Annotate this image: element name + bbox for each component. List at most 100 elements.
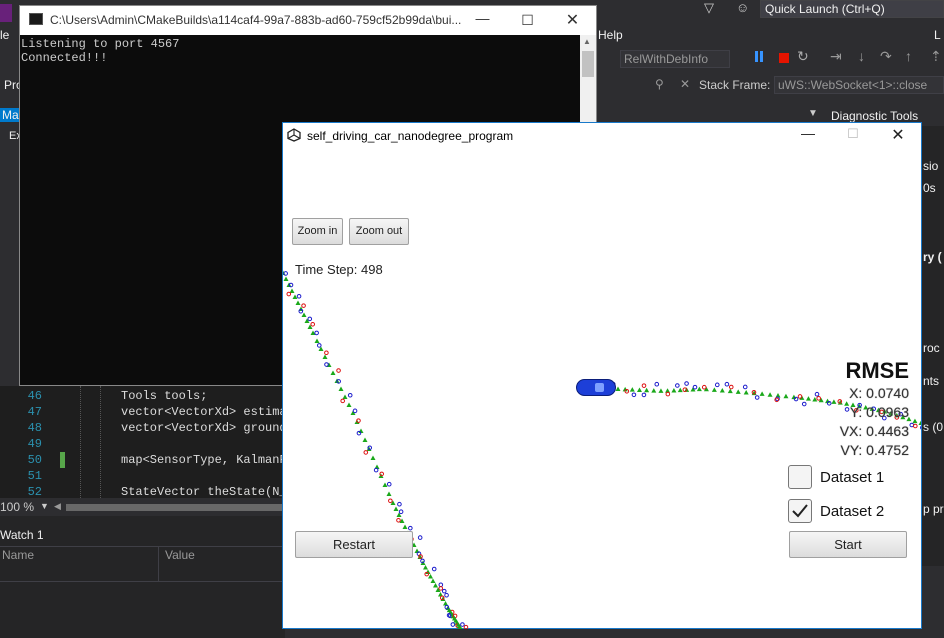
radar-measurement [684,381,689,386]
step-over-icon[interactable]: ↷ [880,48,892,65]
radar-measurement [631,392,637,398]
radar-measurement [356,430,362,436]
configuration-select[interactable]: RelWithDebInfo [620,50,730,68]
dataset1-label[interactable]: Dataset 1 [820,469,884,486]
ground-truth-marker [370,455,376,460]
ground-truth-marker [759,391,765,396]
console-title-bar[interactable]: C:\Users\Admin\CMakeBuilds\a114caf4-99a7… [20,6,596,35]
menu-item-help[interactable]: Help [598,28,623,42]
continue-icon[interactable] [755,51,765,63]
radar-measurement [438,582,444,588]
line-number: 52 [27,485,42,499]
ground-truth-marker [783,393,789,399]
radar-measurement [692,384,698,390]
panel-fragment: roc [923,341,940,355]
radar-measurement [742,384,748,390]
minimize-button[interactable]: — [460,10,505,26]
filter-thread-icon[interactable]: ⚲ [655,77,664,91]
diagnostic-tools-tab[interactable]: Diagnostic Tools [831,109,918,123]
close-button[interactable]: ✕ [550,10,595,30]
step-into-icon[interactable]: ↓ [858,48,865,64]
lidar-measurement [641,383,647,388]
zoom-in-button[interactable]: Zoom in [292,218,343,245]
scroll-left-icon[interactable]: ◀ [54,501,61,512]
scroll-thumb[interactable] [66,504,285,511]
simulator-title-bar[interactable]: self_driving_car_nanodegree_program — ☐ … [283,123,921,149]
menu-item-partial[interactable]: L [934,28,941,42]
changed-line-marker [60,452,65,468]
stop-icon[interactable] [779,53,789,63]
stack-frame-select[interactable]: uWS::WebSocket<1>::close [774,76,944,94]
ground-truth-marker [393,506,399,511]
code-editor[interactable]: 46 47 48 49 50 51 52 Tools tools; vector… [0,386,287,499]
ground-truth-marker [711,387,717,392]
dropdown-icon[interactable]: ▼ [808,108,818,119]
panel-fragment: nts [923,374,940,388]
menu-item-file-partial[interactable]: le [0,28,9,42]
filter-icon[interactable]: ▽ [704,0,714,16]
editor-horizontal-scrollbar[interactable]: 100 % ▼ ◀ [0,498,285,516]
ground-truth-marker [402,524,408,529]
dataset1-checkbox[interactable] [788,465,812,489]
flag-icon[interactable]: ✕ [680,77,690,91]
scroll-thumb[interactable] [582,51,594,77]
scroll-up-icon[interactable]: ▲ [583,37,591,46]
panel-fragment: sio [923,159,939,173]
radar-measurement [714,382,720,388]
panel-fragment: p pr [923,502,944,516]
code-line: vector<VectorXd> estima [121,405,287,419]
watch-row[interactable] [0,564,285,582]
radar-measurement [460,622,465,627]
diagnostic-tools-panel: sio 0s ry ( roc nts s (0 p pr [921,126,944,566]
ground-truth-marker [430,578,436,583]
minimize-button[interactable]: — [788,125,828,141]
zoom-out-button[interactable]: Zoom out [349,218,409,245]
radar-measurement [408,525,413,531]
maximize-button[interactable]: ☐ [505,12,550,29]
unity-icon [287,128,301,142]
radar-measurement [386,481,392,487]
car-icon [576,379,616,396]
simulator-window[interactable]: self_driving_car_nanodegree_program — ☐ … [282,122,922,629]
radar-measurement [444,592,449,598]
indent-guide [80,386,82,498]
zoom-dropdown-icon[interactable]: ▼ [40,501,49,511]
watch-column-name[interactable]: Name [2,548,34,562]
watch-panel[interactable]: Watch 1 Name Value [0,516,285,638]
radar-measurement [314,330,319,336]
console-line: Listening to port 4567 [21,37,180,51]
lidar-measurement [438,586,444,591]
line-number: 48 [27,421,42,435]
console-app-icon [29,13,43,25]
ground-truth-marker [330,370,336,375]
lidar-measurement [728,384,734,390]
ground-truth-marker [658,388,664,393]
feedback-icon[interactable]: ☺ [736,0,749,15]
rmse-panel: RMSE X: 0.0740 Y: 0.0963 VX: 0.4463 VY: … [813,358,909,460]
ground-truth-marker [314,338,320,343]
watch-column-value[interactable]: Value [165,548,195,562]
lidar-measurement [396,517,401,523]
step-out-icon[interactable]: ↑ [905,48,912,64]
restart-button[interactable]: Restart [295,531,413,558]
radar-measurement [417,535,423,540]
radar-measurement [724,381,730,387]
dataset2-label[interactable]: Dataset 2 [820,503,884,520]
tab-main-partial[interactable]: Ma [0,108,21,122]
ground-truth-marker [382,482,388,487]
stack-frame-label: Stack Frame: [699,78,771,92]
break-all-icon[interactable]: ⇡ [930,48,942,65]
ground-truth-marker [636,387,642,392]
panel-fragment: 0s [923,181,936,195]
ground-truth-marker [433,583,438,588]
quick-launch-input[interactable]: Quick Launch (Ctrl+Q) [760,0,944,18]
rmse-vx: VX: 0.4463 [839,423,909,439]
watch-panel-title: Watch 1 [0,528,44,542]
zoom-level[interactable]: 100 % [0,500,34,514]
start-button[interactable]: Start [789,531,907,558]
close-button[interactable]: ✕ [878,125,918,145]
maximize-button[interactable]: ☐ [833,126,873,142]
dataset2-checkbox[interactable] [788,499,812,523]
restart-debug-icon[interactable]: ↻ [797,48,809,65]
show-next-statement-icon[interactable]: ⇥ [830,48,842,65]
